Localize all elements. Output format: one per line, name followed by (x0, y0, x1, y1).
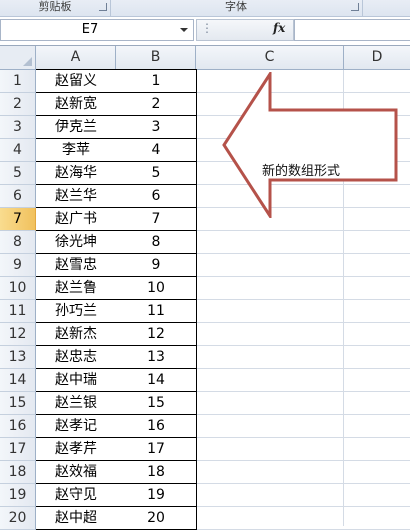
cell-a[interactable]: 赵孝记 (36, 415, 117, 438)
gridline (197, 368, 410, 369)
row-header[interactable]: 4 (0, 139, 36, 162)
cell-a[interactable]: 徐光坤 (36, 231, 117, 254)
cell-b[interactable]: 11 (116, 300, 197, 323)
cell-a[interactable]: 赵守见 (36, 484, 117, 507)
table-top-border (36, 69, 197, 70)
row-header[interactable]: 2 (0, 93, 36, 116)
row-header[interactable]: 20 (0, 507, 36, 530)
cell-a[interactable]: 赵留义 (36, 70, 117, 93)
row-header[interactable]: 3 (0, 116, 36, 139)
cell-b[interactable]: 3 (116, 116, 197, 139)
gridline (197, 345, 410, 346)
row-header[interactable]: 12 (0, 323, 36, 346)
row-header[interactable]: 11 (0, 300, 36, 323)
formula-bar: E7 ⋮ fx (0, 17, 410, 46)
column-header-b[interactable]: B (116, 46, 196, 70)
row-header[interactable]: 16 (0, 415, 36, 438)
ribbon-group-label: 剪贴板 (38, 0, 72, 13)
row-header[interactable]: 13 (0, 346, 36, 369)
name-box[interactable]: E7 (0, 19, 194, 41)
row-header[interactable]: 17 (0, 438, 36, 461)
cell-a[interactable]: 赵雪忠 (36, 254, 117, 277)
ribbon: 剪贴板 字体 (0, 0, 410, 17)
cell-a[interactable]: 赵兰银 (36, 392, 117, 415)
gridline (197, 460, 410, 461)
cell-a[interactable]: 赵中瑞 (36, 369, 117, 392)
cell-b[interactable]: 6 (116, 185, 197, 208)
row-header[interactable]: 1 (0, 70, 36, 93)
insert-function-button[interactable]: fx (273, 21, 285, 35)
gridline (197, 437, 410, 438)
gridline (197, 483, 410, 484)
column-header-c[interactable]: C (196, 46, 344, 70)
cell-a[interactable]: 赵兰华 (36, 185, 117, 208)
cell-b[interactable]: 1 (116, 70, 197, 93)
row-header[interactable]: 19 (0, 484, 36, 507)
cell-a[interactable]: 赵兰鲁 (36, 277, 117, 300)
cell-a[interactable]: 伊克兰 (36, 116, 117, 139)
gridline (197, 322, 410, 323)
row-header[interactable]: 18 (0, 461, 36, 484)
chevron-down-icon[interactable] (180, 28, 188, 32)
cell-a[interactable]: 赵广书 (36, 208, 117, 231)
dialog-launcher-icon[interactable] (351, 3, 359, 11)
row-header[interactable]: 15 (0, 392, 36, 415)
select-all-button[interactable] (0, 46, 36, 70)
cell-a[interactable]: 李苹 (36, 139, 117, 162)
cell-b[interactable]: 10 (116, 277, 197, 300)
cell-a[interactable]: 赵新宽 (36, 93, 117, 116)
ribbon-group-clipboard: 剪贴板 (0, 0, 111, 16)
row-header[interactable]: 6 (0, 185, 36, 208)
cell-b[interactable]: 20 (116, 507, 197, 530)
cell-a[interactable]: 孙巧兰 (36, 300, 117, 323)
gridline (197, 276, 410, 277)
row-header[interactable]: 9 (0, 254, 36, 277)
row-header[interactable]: 14 (0, 369, 36, 392)
cell-b[interactable]: 18 (116, 461, 197, 484)
cell-a[interactable]: 赵中超 (36, 507, 117, 530)
cell-b[interactable]: 19 (116, 484, 197, 507)
gridline (197, 414, 410, 415)
cell-a[interactable]: 赵效福 (36, 461, 117, 484)
gridline (197, 299, 410, 300)
cell-a[interactable]: 赵新杰 (36, 323, 117, 346)
gridline (197, 391, 410, 392)
row-header[interactable]: 7 (0, 208, 36, 231)
dialog-launcher-icon[interactable] (99, 3, 107, 11)
ribbon-group-label: 字体 (225, 0, 247, 13)
cell-b[interactable]: 16 (116, 415, 197, 438)
formula-tools: ⋮ fx (196, 19, 294, 41)
cell-b[interactable]: 14 (116, 369, 197, 392)
cell-b[interactable]: 7 (116, 208, 197, 231)
cell-b[interactable]: 12 (116, 323, 197, 346)
gridline (197, 506, 410, 507)
splitter-dots-icon[interactable]: ⋮ (201, 21, 213, 35)
cell-a[interactable]: 赵忠志 (36, 346, 117, 369)
name-box-value: E7 (81, 22, 99, 37)
cell-b[interactable]: 15 (116, 392, 197, 415)
cell-b[interactable]: 5 (116, 162, 197, 185)
ribbon-group-font: 字体 (110, 0, 363, 16)
cell-b[interactable]: 8 (116, 231, 197, 254)
gridline (197, 230, 410, 231)
cell-b[interactable]: 2 (116, 93, 197, 116)
column-header-d[interactable]: D (344, 46, 410, 70)
row-header[interactable]: 10 (0, 277, 36, 300)
cell-b[interactable]: 9 (116, 254, 197, 277)
cell-a[interactable]: 赵海华 (36, 162, 117, 185)
cell-b[interactable]: 4 (116, 139, 197, 162)
left-arrow-shape[interactable] (222, 72, 402, 218)
row-header[interactable]: 5 (0, 162, 36, 185)
cell-b[interactable]: 17 (116, 438, 197, 461)
row-header[interactable]: 8 (0, 231, 36, 254)
cell-a[interactable]: 赵孝芹 (36, 438, 117, 461)
gridline (197, 253, 410, 254)
formula-input[interactable] (294, 19, 410, 41)
column-header-a[interactable]: A (36, 46, 116, 70)
cell-b[interactable]: 13 (116, 346, 197, 369)
arrow-annotation-text: 新的数组形式 (262, 164, 341, 179)
